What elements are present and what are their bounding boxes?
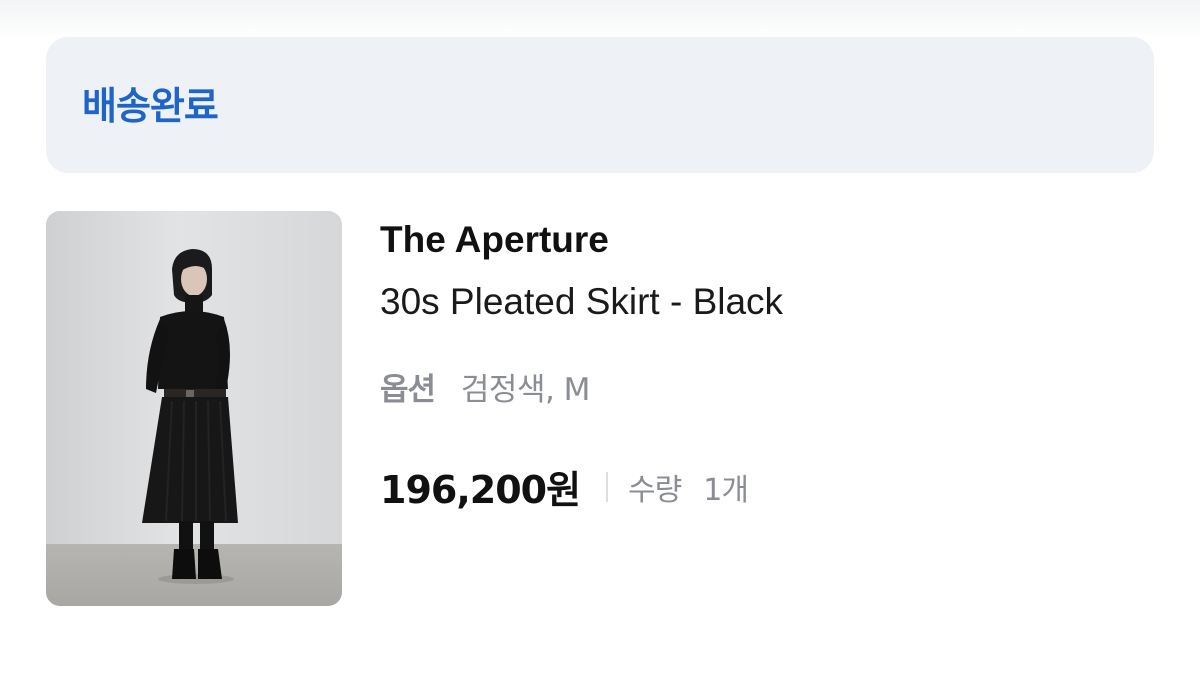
quantity-value: 1개 bbox=[703, 472, 749, 508]
delivery-status-label: 배송완료 bbox=[82, 83, 219, 128]
order-item-page: 배송완료 The Aperture 30s Pleated Skirt - Bl… bbox=[0, 0, 1200, 694]
product-name[interactable]: 30s Pleated Skirt - Black bbox=[380, 281, 783, 323]
option-label: 옵션 bbox=[380, 372, 436, 408]
product-brand[interactable]: The Aperture bbox=[380, 219, 609, 261]
option-value: 검정색, M bbox=[460, 372, 591, 408]
price-divider bbox=[606, 471, 609, 502]
product-thumbnail[interactable] bbox=[46, 211, 342, 606]
price-quantity-row: 196,200원 수량 1개 bbox=[380, 459, 749, 514]
product-card[interactable]: The Aperture 30s Pleated Skirt - Black 옵… bbox=[46, 211, 1154, 607]
product-option-row: 옵션 검정색, M bbox=[380, 364, 590, 409]
delivery-status-banner: 배송완료 bbox=[46, 37, 1154, 173]
quantity-label: 수량 bbox=[628, 472, 682, 508]
product-price: 196,200원 bbox=[380, 468, 581, 512]
product-photo-icon bbox=[46, 211, 342, 606]
